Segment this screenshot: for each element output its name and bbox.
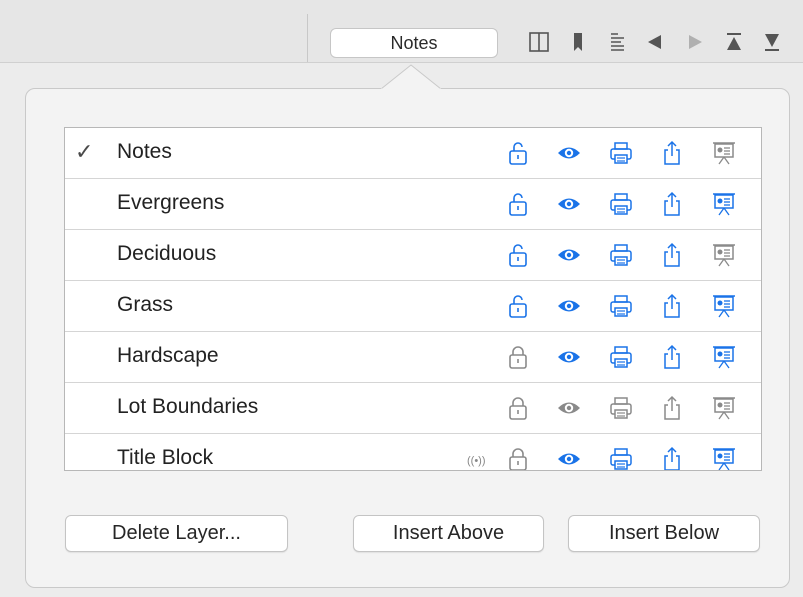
layer-popup-button[interactable]: Notes <box>330 28 498 58</box>
toolbar: Notes <box>0 0 803 63</box>
export-share-icon[interactable] <box>659 140 685 166</box>
presentation-icon[interactable] <box>711 446 737 470</box>
visibility-eye-icon[interactable] <box>556 191 582 217</box>
presentation-icon[interactable] <box>711 140 737 166</box>
presentation-icon[interactable] <box>711 293 737 319</box>
bookmark-icon[interactable] <box>566 30 590 54</box>
toolbar-divider <box>307 14 308 62</box>
text-align-icon[interactable] <box>606 30 630 54</box>
lock-open-icon[interactable] <box>505 293 531 319</box>
layer-name: Lot Boundaries <box>117 395 259 418</box>
layer-table: ✓ Notes Evergreens Deciduous Grass Hardscape L… <box>64 127 762 471</box>
move-to-bottom-icon[interactable] <box>760 30 784 54</box>
sync-icon: ((•)) <box>467 455 486 467</box>
presentation-icon[interactable] <box>711 242 737 268</box>
presentation-icon[interactable] <box>711 344 737 370</box>
layer-row[interactable]: Title Block ((•)) <box>65 434 761 470</box>
layer-row[interactable]: Lot Boundaries <box>65 383 761 434</box>
lock-open-icon[interactable] <box>505 140 531 166</box>
lock-closed-icon[interactable] <box>505 446 531 470</box>
visibility-eye-icon[interactable] <box>556 395 582 421</box>
presentation-icon[interactable] <box>711 395 737 421</box>
insert-above-button[interactable]: Insert Above <box>353 515 544 552</box>
lock-open-icon[interactable] <box>505 191 531 217</box>
printer-icon[interactable] <box>608 242 634 268</box>
layer-row[interactable]: Deciduous <box>65 230 761 281</box>
export-share-icon[interactable] <box>659 191 685 217</box>
export-share-icon[interactable] <box>659 293 685 319</box>
export-share-icon[interactable] <box>659 344 685 370</box>
lock-closed-icon[interactable] <box>505 395 531 421</box>
printer-icon[interactable] <box>608 140 634 166</box>
lock-closed-icon[interactable] <box>505 344 531 370</box>
lock-open-icon[interactable] <box>505 242 531 268</box>
insert-below-button[interactable]: Insert Below <box>568 515 760 552</box>
forward-icon[interactable] <box>683 30 707 54</box>
layer-row[interactable]: Grass <box>65 281 761 332</box>
layer-row[interactable]: Evergreens <box>65 179 761 230</box>
export-share-icon[interactable] <box>659 395 685 421</box>
columns-icon[interactable] <box>527 30 551 54</box>
printer-icon[interactable] <box>608 446 634 470</box>
visibility-eye-icon[interactable] <box>556 140 582 166</box>
checkmark-icon: ✓ <box>75 139 94 164</box>
layer-name: Hardscape <box>117 344 219 367</box>
visibility-eye-icon[interactable] <box>556 293 582 319</box>
presentation-icon[interactable] <box>711 191 737 217</box>
visibility-eye-icon[interactable] <box>556 446 582 470</box>
visibility-eye-icon[interactable] <box>556 344 582 370</box>
printer-icon[interactable] <box>608 191 634 217</box>
layer-name: Deciduous <box>117 242 217 265</box>
printer-icon[interactable] <box>608 293 634 319</box>
layer-row[interactable]: Hardscape <box>65 332 761 383</box>
layer-name: Notes <box>117 140 172 163</box>
export-share-icon[interactable] <box>659 242 685 268</box>
layer-name: Grass <box>117 293 174 316</box>
move-to-top-icon[interactable] <box>722 30 746 54</box>
visibility-eye-icon[interactable] <box>556 242 582 268</box>
popover-arrow <box>381 64 441 90</box>
printer-icon[interactable] <box>608 344 634 370</box>
back-icon[interactable] <box>643 30 667 54</box>
layer-row[interactable]: ✓ Notes <box>65 128 761 179</box>
layer-name: Evergreens <box>117 191 225 214</box>
delete-layer-button[interactable]: Delete Layer... <box>65 515 288 552</box>
layer-name: Title Block <box>117 446 214 469</box>
export-share-icon[interactable] <box>659 446 685 470</box>
printer-icon[interactable] <box>608 395 634 421</box>
